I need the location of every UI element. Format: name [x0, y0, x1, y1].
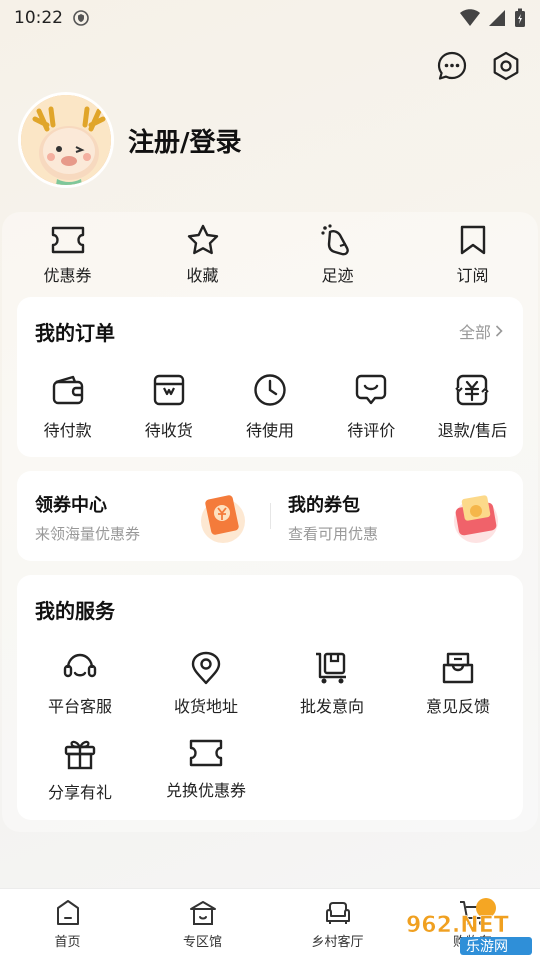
- service-redeem-coupon[interactable]: 兑换优惠券: [143, 737, 269, 823]
- refund-icon: [455, 374, 490, 406]
- tab-home[interactable]: 首页: [0, 889, 135, 960]
- deer-mascot-icon: [21, 95, 111, 185]
- quick-item-history[interactable]: 足迹: [270, 224, 405, 294]
- tab-label: 专区馆: [182, 935, 222, 950]
- ticket-icon: [51, 226, 84, 254]
- quick-item-coupons[interactable]: 优惠券: [0, 224, 135, 294]
- signal-icon: [489, 10, 505, 26]
- avatar[interactable]: [18, 92, 114, 188]
- service-customer-support[interactable]: 平台客服: [17, 651, 143, 737]
- services-grid: 平台客服 收货地址 批发意向 意见反馈 分享有礼 兑换优惠券: [17, 651, 523, 823]
- chat-bubble-icon: [437, 51, 467, 80]
- order-item-label: 退款/售后: [437, 421, 508, 440]
- bookmark-icon: [460, 225, 485, 255]
- status-time: 10:22: [14, 8, 63, 28]
- service-label: 平台客服: [47, 697, 112, 716]
- red-envelope-icon: [454, 495, 498, 543]
- ticket-icon: [189, 739, 223, 767]
- service-feedback[interactable]: 意见反馈: [395, 651, 521, 737]
- order-pending-receipt[interactable]: 待收货: [118, 373, 219, 441]
- order-item-label: 待收货: [144, 421, 193, 440]
- location-icon: [191, 651, 221, 685]
- wifi-icon: [460, 9, 480, 26]
- tab-living-room[interactable]: 乡村客厅: [270, 889, 405, 960]
- service-label: 批发意向: [299, 697, 364, 716]
- chevron-right-icon: [495, 325, 503, 337]
- service-label: 收货地址: [173, 697, 238, 716]
- quick-item-label: 优惠券: [43, 266, 92, 285]
- service-address[interactable]: 收货地址: [143, 651, 269, 737]
- service-label: 意见反馈: [425, 697, 490, 716]
- tab-label: 首页: [54, 935, 81, 950]
- quick-actions: 优惠券 收藏 足迹 订阅: [0, 224, 540, 294]
- order-item-label: 待评价: [347, 421, 396, 440]
- shield-icon: [73, 10, 89, 26]
- quick-item-favorites[interactable]: 收藏: [135, 224, 270, 294]
- quick-item-label: 足迹: [321, 266, 354, 285]
- top-actions: [436, 50, 522, 82]
- order-item-label: 待付款: [43, 421, 92, 440]
- service-share-gift[interactable]: 分享有礼: [17, 737, 143, 823]
- quick-item-label: 收藏: [186, 266, 219, 285]
- orders-all-label: 全部: [458, 323, 491, 342]
- coupons-card: 领券中心 来领海量优惠券 我的券包 查看可用优惠: [17, 471, 523, 561]
- services-card: 我的服务 平台客服 收货地址 批发意向 意见反馈 分享有礼 兑换优惠券: [17, 575, 523, 820]
- footprint-icon: [320, 224, 349, 256]
- review-icon: [356, 374, 387, 405]
- service-label: 分享有礼: [47, 783, 112, 802]
- services-title: 我的服务: [35, 599, 115, 623]
- order-pending-review[interactable]: 待评价: [321, 373, 422, 441]
- feedback-icon: [442, 652, 474, 684]
- login-register-link[interactable]: 注册/登录: [128, 122, 242, 159]
- order-item-label: 待使用: [246, 421, 295, 440]
- coupon-wallet-title: 我的券包: [288, 495, 360, 516]
- home-icon: [56, 900, 79, 925]
- tab-pavilion[interactable]: 专区馆: [135, 889, 270, 960]
- gear-icon: [493, 51, 519, 81]
- service-wholesale[interactable]: 批发意向: [269, 651, 395, 737]
- quick-item-label: 订阅: [456, 266, 489, 285]
- coupon-center-title: 领券中心: [35, 495, 107, 516]
- order-refund[interactable]: 退款/售后: [422, 373, 523, 441]
- star-icon: [187, 224, 218, 255]
- coupon-wallet-subtitle: 查看可用优惠: [288, 525, 379, 543]
- order-pending-payment[interactable]: 待付款: [17, 373, 118, 441]
- quick-item-subscriptions[interactable]: 订阅: [405, 224, 540, 294]
- orders-title: 我的订单: [35, 321, 115, 345]
- sofa-icon: [325, 902, 350, 924]
- wallet-icon: [52, 375, 83, 405]
- package-icon: [153, 374, 184, 406]
- order-pending-use[interactable]: 待使用: [219, 373, 320, 441]
- gift-icon: [64, 740, 96, 770]
- coupon-center[interactable]: 领券中心 来领海量优惠券: [17, 471, 270, 561]
- profile-header[interactable]: 注册/登录: [18, 92, 242, 188]
- status-bar: 10:22: [0, 0, 540, 36]
- watermark-bottom-text: 乐游网: [466, 939, 508, 955]
- orders-card: 我的订单 全部 待付款 待收货 待使用 待评价 退款/售后: [17, 297, 523, 457]
- message-button[interactable]: [436, 50, 468, 82]
- coupon-wallet[interactable]: 我的券包 查看可用优惠: [270, 471, 523, 561]
- tab-label: 乡村客厅: [311, 935, 364, 950]
- cart-box-icon: [316, 652, 346, 684]
- battery-icon: [515, 8, 525, 27]
- coupon-voucher-icon: [201, 495, 245, 543]
- settings-button[interactable]: [490, 50, 522, 82]
- headset-icon: [63, 653, 97, 678]
- service-label: 兑换优惠券: [165, 781, 246, 800]
- watermark-top-text: 962.NET: [406, 913, 509, 938]
- clock-icon: [254, 374, 286, 406]
- coupon-center-subtitle: 来领海量优惠券: [35, 525, 141, 543]
- site-watermark-logo: 962.NET 乐游网: [406, 913, 532, 955]
- order-status-row: 待付款 待收货 待使用 待评价 退款/售后: [17, 373, 523, 441]
- orders-all-link[interactable]: 全部: [459, 319, 503, 343]
- pavilion-icon: [189, 901, 216, 925]
